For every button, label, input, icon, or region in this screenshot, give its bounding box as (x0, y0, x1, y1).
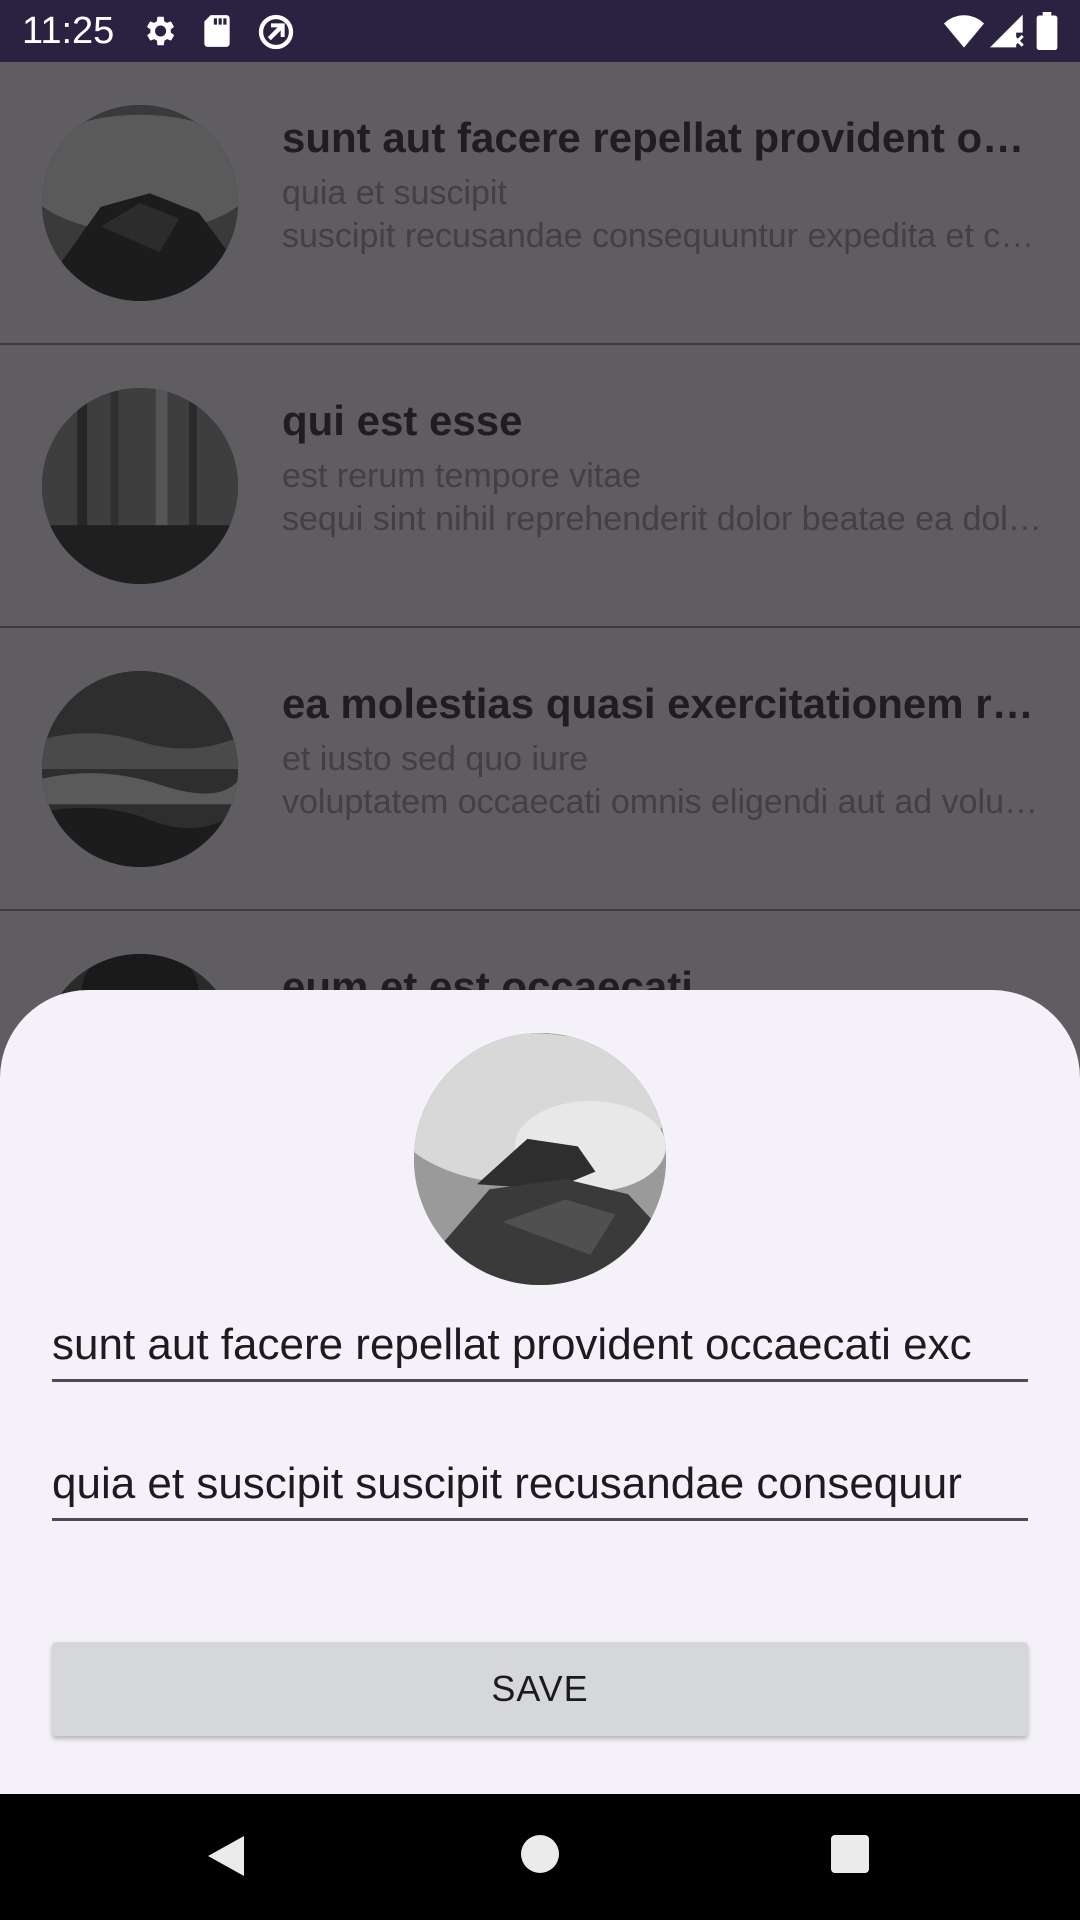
data-saver-icon (256, 12, 296, 57)
edit-bottom-sheet: SAVE (0, 990, 1080, 1794)
navigation-bar (0, 1794, 1080, 1920)
list-item-body-line2: voluptatem occaecati omnis eligendi aut … (282, 783, 1042, 821)
avatar (42, 105, 238, 301)
list-item-body-line2: suscipit recusandae consequuntur expedit… (282, 217, 1042, 255)
list-item-body-line1: quia et suscipit (282, 174, 507, 212)
status-time: 11:25 (22, 10, 115, 52)
list-item-body-line1: est rerum tempore vitae (282, 457, 642, 495)
status-bar: 11:25 (0, 0, 1080, 62)
list-item-title: sunt aut facere repellat provident occae… (282, 114, 1042, 161)
sd-card-icon (200, 12, 234, 55)
post-image (414, 1033, 666, 1285)
avatar (42, 671, 238, 867)
body-field[interactable] (52, 1449, 1028, 1521)
list-item-title: ea molestias quasi exercitationem repell… (282, 680, 1042, 727)
list-item-body-line2: sequi sint nihil reprehenderit dolor bea… (282, 500, 1042, 538)
list-item[interactable]: sunt aut facere repellat provident occae… (0, 62, 1080, 345)
title-field[interactable] (52, 1310, 1028, 1382)
wifi-icon (944, 14, 984, 53)
recents-icon[interactable] (830, 1834, 870, 1879)
list-item-body-line1: et iusto sed quo iure (282, 740, 589, 778)
settings-icon (140, 12, 178, 55)
home-icon[interactable] (520, 1834, 560, 1879)
save-button[interactable]: SAVE (52, 1642, 1028, 1736)
back-icon[interactable] (204, 1832, 248, 1885)
list-item[interactable]: ea molestias quasi exercitationem repell… (0, 628, 1080, 911)
battery-icon (1036, 12, 1058, 55)
avatar (42, 388, 238, 584)
list-item-title: qui est esse (282, 397, 523, 444)
list-item[interactable]: qui est esse est rerum tempore vitae seq… (0, 345, 1080, 628)
cell-signal-icon (990, 14, 1026, 53)
